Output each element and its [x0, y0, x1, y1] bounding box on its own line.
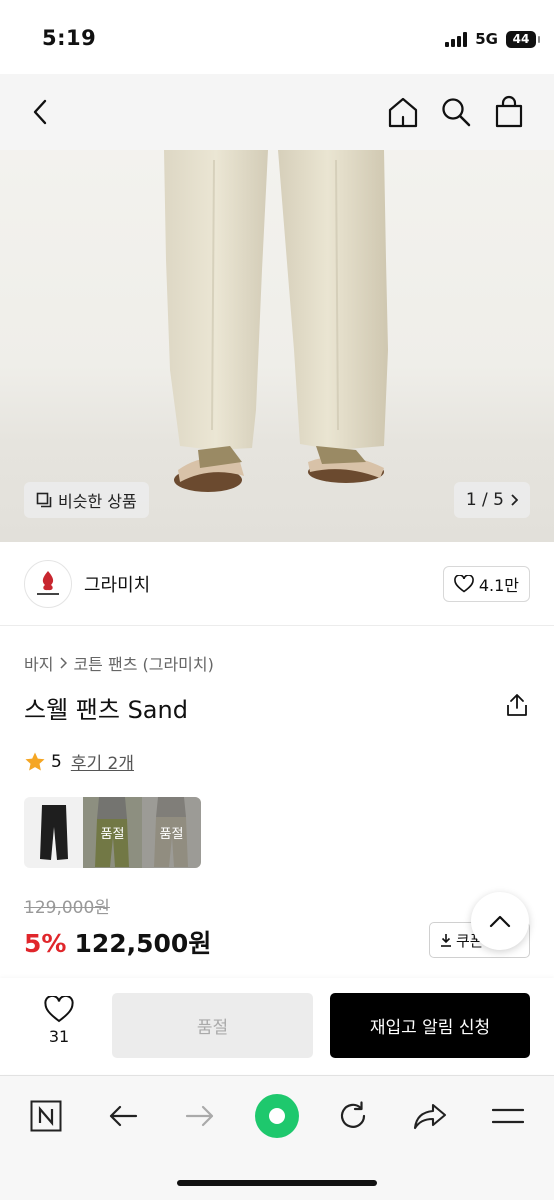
black-pants-thumbnail — [40, 805, 68, 860]
rating-row: 5 후기 2개 — [24, 749, 134, 774]
brand-logo[interactable] — [24, 560, 72, 608]
color-options: 품절 품절 — [24, 797, 201, 868]
chevron-left-icon — [33, 99, 47, 125]
cart-button[interactable] — [490, 93, 528, 131]
breadcrumb-subcategory[interactable]: 코튼 팬츠 (그라미치) — [73, 651, 213, 675]
chevron-right-icon — [511, 494, 518, 506]
status-indicators: 5G 44 — [445, 30, 540, 48]
brand-like-count: 4.1만 — [478, 576, 519, 595]
signal-icon — [445, 31, 468, 47]
restock-alert-button[interactable]: 재입고 알림 신청 — [330, 993, 530, 1058]
share-button[interactable] — [504, 692, 530, 718]
wishlist-count: 31 — [48, 1027, 70, 1046]
reload-button[interactable] — [330, 1093, 376, 1139]
home-button[interactable] — [384, 93, 422, 131]
breadcrumb-category[interactable]: 바지 — [24, 651, 53, 675]
purchase-bar: 31 품절 재입고 알림 신청 — [0, 978, 554, 1074]
similar-products-button[interactable]: 비슷한 상품 — [24, 482, 149, 518]
discount-rate: 5% — [24, 929, 67, 958]
network-type: 5G — [475, 30, 498, 48]
sale-price: 122,500원 — [74, 929, 212, 958]
back-button[interactable] — [22, 93, 60, 131]
share-icon — [507, 694, 527, 716]
home-indicator — [177, 1180, 377, 1186]
page-count: 1 / 5 — [465, 490, 504, 510]
rating-value: 5 — [51, 751, 62, 772]
brand-name[interactable]: 그라미치 — [84, 571, 150, 597]
chevron-right-icon — [60, 657, 68, 669]
download-icon — [441, 934, 451, 947]
status-time: 5:19 — [42, 26, 97, 50]
reviews-link[interactable]: 후기 2개 — [71, 749, 134, 774]
share-page-button[interactable] — [407, 1093, 453, 1139]
search-button[interactable] — [437, 93, 475, 131]
product-image[interactable]: 비슷한 상품 1 / 5 — [0, 150, 554, 542]
share-arrow-icon — [413, 1103, 447, 1130]
color-option-olive[interactable]: 품절 — [83, 797, 142, 868]
menu-icon — [492, 1108, 524, 1124]
menu-button[interactable] — [485, 1093, 531, 1139]
copy-icon — [36, 492, 52, 508]
swatch-soldout-label: 품절 — [83, 797, 142, 868]
arrow-right-icon — [185, 1105, 214, 1127]
image-page-indicator[interactable]: 1 / 5 — [453, 482, 530, 518]
green-dot-icon — [255, 1094, 299, 1138]
original-price: 129,000원 — [24, 898, 110, 918]
breadcrumb: 바지 코튼 팬츠 (그라미치) — [24, 651, 214, 675]
brand-row: 그라미치 4.1만 — [0, 542, 554, 626]
home-icon — [388, 97, 418, 128]
browser-back-button[interactable] — [100, 1093, 146, 1139]
chevron-up-icon — [489, 915, 511, 928]
naver-home-button[interactable] — [23, 1093, 69, 1139]
battery-icon: 44 — [506, 30, 540, 48]
reload-icon — [340, 1101, 366, 1128]
arrow-left-icon — [109, 1105, 138, 1127]
brand-logo-mark — [37, 571, 59, 595]
status-bar: 5:19 5G 44 — [0, 0, 554, 74]
soldout-button: 품절 — [112, 993, 313, 1058]
shopping-bag-icon — [495, 95, 523, 128]
green-dot-button[interactable] — [254, 1093, 300, 1139]
color-option-black[interactable] — [24, 797, 83, 868]
naver-n-icon — [30, 1100, 62, 1132]
wishlist-button[interactable]: 31 — [30, 996, 88, 1046]
app-header — [0, 74, 554, 150]
browser-forward-button[interactable] — [177, 1093, 223, 1139]
scroll-to-top-button[interactable] — [471, 892, 529, 950]
star-icon — [25, 752, 45, 770]
heart-icon — [44, 996, 74, 1023]
swatch-soldout-label: 품절 — [142, 797, 201, 868]
brand-like-button[interactable]: 4.1만 — [442, 566, 530, 602]
color-option-sand[interactable]: 품절 — [142, 797, 201, 868]
similar-products-label: 비슷한 상품 — [58, 492, 137, 511]
battery-level: 44 — [512, 32, 530, 46]
search-icon — [442, 98, 471, 127]
product-title: 스웰 팬츠 Sand — [24, 696, 188, 724]
sale-price-row: 5% 122,500원 — [24, 924, 211, 960]
heart-icon — [454, 575, 474, 593]
